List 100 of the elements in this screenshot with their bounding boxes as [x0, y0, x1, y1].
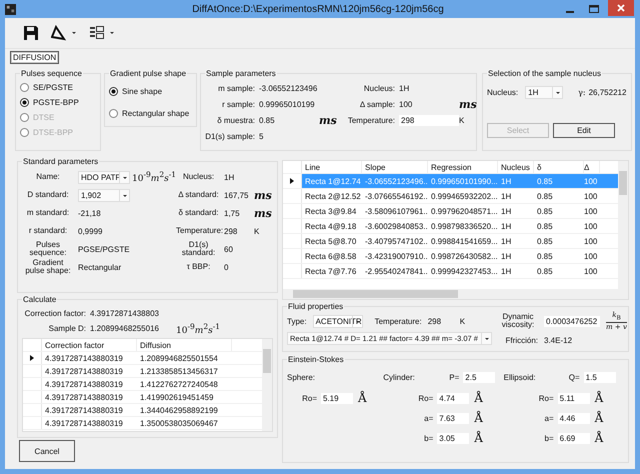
- table-cell-text: -3.60029840853...: [364, 222, 428, 230]
- field-label: D1(s) standard:: [180, 241, 216, 257]
- field-label: Dynamic viscosity:: [500, 313, 536, 329]
- radio-option[interactable]: SE/PGSTE: [20, 80, 96, 95]
- radio-option[interactable]: Sine shape: [109, 80, 192, 102]
- input-field[interactable]: 4.46: [558, 412, 590, 424]
- table-row[interactable]: Recta 2@12.52 -3.07665546192...0.999465932202... 1H 0.85 100: [283, 189, 618, 204]
- table-row[interactable]: Recta 5@8.70 -3.40795747102...0.998841541659... 1H 0.85 100: [283, 234, 618, 249]
- table-cell-text: 100: [584, 176, 598, 186]
- tab[interactable]: DIFFUSION: [10, 51, 60, 64]
- input-field[interactable]: 2.5: [463, 372, 496, 382]
- table-row[interactable]: Recta 7@7.76 -2.95540247841...0.999942327453... 1H 0.85 100: [283, 264, 618, 279]
- column-header[interactable]: Diffusion: [137, 339, 232, 351]
- column-header[interactable]: Slope: [362, 161, 428, 173]
- action-button[interactable]: Edit: [553, 123, 615, 138]
- field-label: b=: [423, 434, 434, 442]
- table-cell-text: 4.3917287143880319: [44, 366, 124, 376]
- field-value: 167,75: [224, 190, 250, 200]
- scrollbar[interactable]: [262, 339, 272, 431]
- column-header[interactable]: Line: [302, 161, 362, 173]
- scrollbar[interactable]: [283, 289, 628, 299]
- field-label: Correction factor:: [24, 309, 87, 318]
- unit-label: ms: [254, 206, 272, 220]
- scrollbar[interactable]: [618, 161, 628, 289]
- shape-label: Sphere:: [287, 372, 316, 382]
- table-cell-text: Recta 7@7.76: [304, 266, 358, 276]
- field-label: Temperature:: [374, 316, 423, 326]
- triangle-tool-icon[interactable]: [51, 25, 67, 41]
- table-cell-text: 1H: [500, 206, 512, 216]
- column-header[interactable]: Regression: [428, 161, 498, 173]
- field-value: 1,75: [224, 208, 241, 218]
- save-icon[interactable]: [23, 25, 39, 41]
- table-cell-text: 0.85: [536, 222, 554, 230]
- input-field[interactable]: 7.63: [437, 412, 470, 424]
- input-field[interactable]: 4.74: [437, 392, 470, 404]
- field-value: PGSE/PGSTE: [78, 244, 130, 254]
- row-pointer-icon: [30, 355, 34, 361]
- list-icon[interactable]: [89, 25, 105, 41]
- table-cell-text: 1H: [500, 222, 512, 230]
- column-header[interactable]: Correction factor: [42, 339, 137, 351]
- field-label: a=: [423, 414, 434, 422]
- table-cell-text: 0.999942327453...: [430, 266, 498, 276]
- field-label: γ:: [578, 88, 586, 97]
- cancel-button[interactable]: Cancel: [19, 440, 75, 462]
- field-label: Q=: [568, 372, 581, 382]
- input-field[interactable]: 1.5: [584, 372, 616, 382]
- column-header[interactable]: Nucleus: [498, 161, 534, 173]
- field-label: Ffricción:: [504, 336, 539, 344]
- field-label: Ro=: [301, 394, 318, 402]
- radio-dot[interactable]: [20, 83, 29, 92]
- radio-dot[interactable]: [20, 98, 29, 107]
- table-cell-text: Recta 2@12.52: [304, 192, 362, 200]
- row-pointer-icon: [290, 178, 294, 184]
- caret-icon[interactable]: [71, 30, 77, 36]
- column-header[interactable]: δ: [534, 161, 584, 173]
- field-value: 1H: [399, 84, 410, 92]
- table-row[interactable]: Recta 6@8.58 -3.42319007910...0.998726430582... 1H 0.85 100: [283, 249, 618, 264]
- table-cell-text: 4.3917287143880319: [44, 392, 124, 402]
- table-cell-text: 1H: [500, 236, 512, 246]
- table-cell-text: 0.998841541659...: [430, 236, 498, 246]
- nucleus-dropdown[interactable]: 1H: [525, 86, 564, 99]
- dropdown[interactable]: HDO PATF: [78, 170, 130, 184]
- input-field[interactable]: 298: [399, 114, 459, 126]
- radio-dot[interactable]: [109, 86, 118, 96]
- dropdown[interactable]: 1,902: [78, 188, 130, 202]
- table-cell-text: 0.998798336520...: [430, 222, 498, 230]
- unit-label: ms: [319, 114, 337, 126]
- field-value: 0.85: [259, 116, 276, 124]
- fluid-type-dropdown[interactable]: ACETONITR: [312, 314, 363, 328]
- radio-option[interactable]: Rectangular shape: [109, 102, 192, 124]
- field-label: δ muestra:: [216, 116, 256, 124]
- field-label: Δ standard:: [177, 191, 220, 199]
- table-cell-text: 0.997962048571...: [430, 206, 498, 216]
- close-button[interactable]: [608, 0, 634, 16]
- field-label: Sample D:: [48, 324, 87, 333]
- table-cell-text: 0.85: [536, 236, 554, 246]
- field-label: r standard:: [28, 227, 68, 235]
- radio-dot[interactable]: [109, 108, 118, 118]
- input-field[interactable]: 5.19: [321, 392, 353, 404]
- field-label: Temperature:: [346, 116, 396, 124]
- field-value: 26,752212: [588, 88, 626, 97]
- caret-icon[interactable]: [109, 30, 115, 36]
- table-cell-text: 1.2089946825501554: [139, 354, 219, 362]
- table-cell-text: 4.3917287143880319: [44, 354, 124, 362]
- app-icon: [5, 4, 16, 14]
- input-field[interactable]: 5.11: [558, 392, 590, 404]
- input-field[interactable]: 6.69: [558, 432, 590, 444]
- table-row[interactable]: Recta 4@9.18 -3.60029840853...0.998798336520... 1H 0.85 100: [283, 219, 618, 234]
- input-field[interactable]: 3.05: [437, 432, 470, 444]
- table-row[interactable]: Recta 3@9.84 -3.58096107961...0.997962048571... 1H 0.85 100: [283, 204, 618, 219]
- table-cell-text: -2.95540247841...: [364, 266, 428, 276]
- unit-label: Å: [594, 391, 604, 405]
- field-label: Temperature:: [176, 227, 224, 235]
- unit-label: K: [459, 116, 464, 124]
- input-field[interactable]: 0.0003476252: [544, 316, 600, 326]
- column-header[interactable]: Δ: [584, 161, 600, 173]
- table-cell-text: Recta 3@9.84: [304, 206, 358, 216]
- shape-label: Cylinder:: [383, 372, 416, 382]
- table-cell-text: Recta 4@9.18: [304, 222, 358, 230]
- radio-option[interactable]: PGSTE-BPP: [20, 95, 96, 110]
